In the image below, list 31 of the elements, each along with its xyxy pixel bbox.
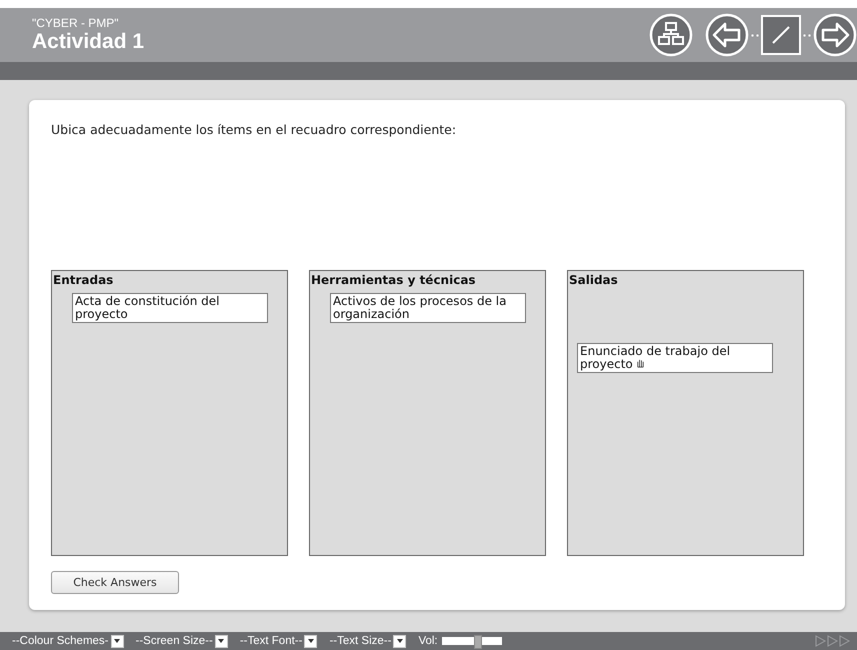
volume-label: Vol:: [418, 635, 438, 647]
course-subtitle: "CYBER - PMP": [32, 16, 120, 30]
zone-title: Salidas: [568, 272, 619, 289]
dropdown-label: --Text Font--: [240, 635, 302, 647]
drag-item[interactable]: Enunciado de trabajo del proyecto: [577, 343, 773, 373]
activity-title: Actividad 1: [32, 30, 144, 54]
slash-icon[interactable]: [761, 15, 801, 55]
hand-cursor-icon: [636, 358, 645, 369]
caret-icon: [396, 638, 404, 644]
drag-item[interactable]: Activos de los procesos de la organización: [330, 293, 526, 323]
volume-thumb[interactable]: [474, 635, 482, 649]
sitemap-icon[interactable]: [649, 13, 693, 57]
instruction-text: Ubica adecuadamente los ítems en el recuadro correspondiente:: [51, 122, 458, 139]
drop-zone[interactable]: Entradas Acta de constitución del proyecto: [51, 270, 288, 556]
dropdown-button[interactable]: [214, 634, 228, 648]
drag-item[interactable]: Acta de constitución del proyecto: [72, 293, 268, 323]
zone-title: Herramientas y técnicas: [310, 272, 477, 289]
dropdown-button[interactable]: [110, 634, 124, 648]
dropdown-label: --Screen Size--: [136, 635, 213, 647]
caret-icon: [306, 638, 315, 644]
drop-zone[interactable]: Salidas Enunciado de trabajo del proyecto: [567, 270, 804, 556]
caret-icon: [113, 638, 121, 644]
zone-title: Entradas: [52, 272, 114, 289]
drop-zone[interactable]: Herramientas y técnicas Activos de los procesos de la organización: [309, 270, 546, 556]
dropdown-button[interactable]: [393, 634, 406, 648]
play-arrows-icon: [815, 635, 851, 647]
check-answers-button[interactable]: Check Answers: [51, 571, 179, 594]
dropdown-label: --Colour Schemes-: [12, 635, 108, 647]
dropdown-label: --Text Size--: [329, 635, 392, 647]
dropdown-button[interactable]: [304, 634, 318, 648]
caret-icon: [217, 638, 226, 644]
